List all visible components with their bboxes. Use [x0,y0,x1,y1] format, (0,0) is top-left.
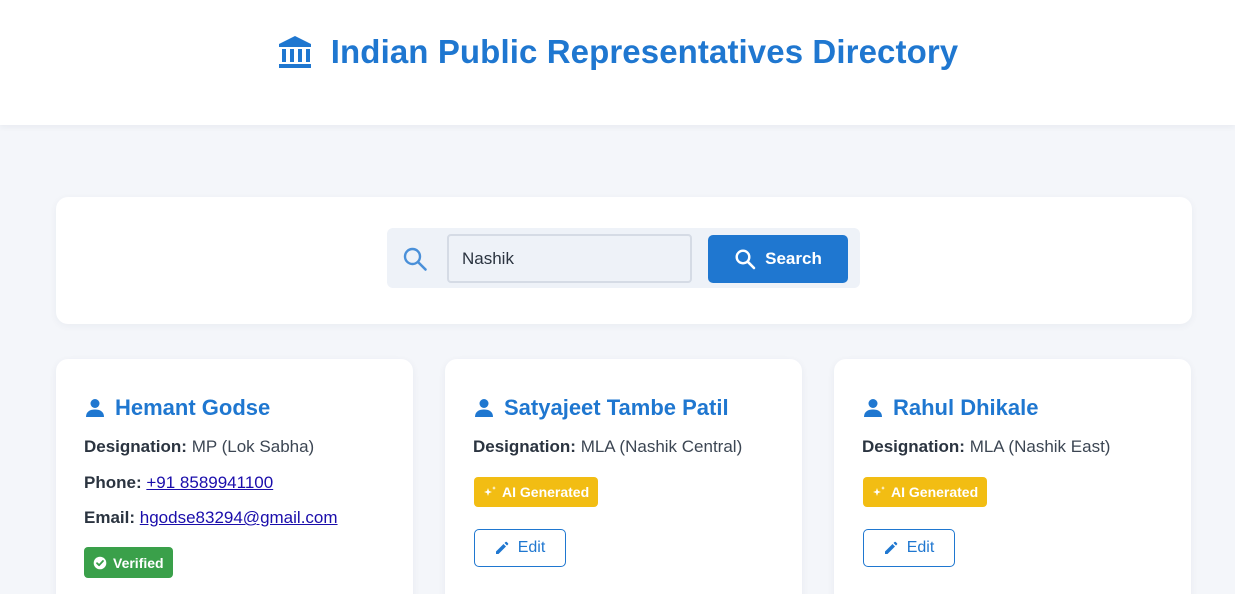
search-button-label: Search [765,249,822,268]
search-panel: Search [56,197,1192,324]
phone-label: Phone: [84,473,142,492]
page-title: Indian Public Representatives Directory [330,32,959,70]
designation-label: Designation: [84,437,187,456]
edit-button-label: Edit [517,539,546,556]
email-field: Email: hgodse83294@gmail.com [84,508,338,528]
phone-field: Phone: +91 8589941100 [84,473,273,493]
search-input[interactable] [447,234,692,283]
email-label: Email: [84,508,136,527]
card-name-row: Satyajeet Tambe Patil [473,395,729,421]
institution-building-icon [278,35,311,68]
representative-card: Rahul Dhikale Designation: MLA (Nashik E… [834,359,1191,594]
designation-value: MLA (Nashik Central) [580,437,743,456]
verified-badge-label: Verified [113,554,164,571]
designation-label: Designation: [862,437,965,456]
ai-generated-badge-label: AI Generated [502,484,590,500]
search-button[interactable]: Search [708,235,848,283]
designation-field: Designation: MLA (Nashik Central) [473,437,742,457]
verified-check-icon [93,556,107,569]
designation-label: Designation: [473,437,576,456]
edit-button[interactable]: Edit [474,529,566,567]
edit-button-label: Edit [906,539,935,556]
search-button-icon [735,249,756,270]
phone-link[interactable]: +91 8589941100 [146,473,273,492]
representative-name: Hemant Godse [115,395,271,420]
verified-badge: Verified [84,547,173,578]
person-icon [475,399,493,417]
pencil-icon [495,541,509,554]
ai-generated-badge-label: AI Generated [891,484,979,500]
sparkle-icon [873,486,885,496]
edit-button[interactable]: Edit [863,529,955,567]
header-title-wrap: Indian Public Representatives Directory [277,33,958,71]
card-name-row: Hemant Godse [84,395,270,421]
sparkle-icon [484,486,496,496]
representative-name: Satyajeet Tambe Patil [504,395,729,420]
email-link[interactable]: hgodse83294@gmail.com [140,508,338,527]
card-name-row: Rahul Dhikale [862,395,1038,421]
person-icon [864,399,882,417]
ai-generated-badge: AI Generated [863,477,988,507]
search-icon [403,247,427,271]
designation-field: Designation: MP (Lok Sabha) [84,437,314,457]
search-bar: Search [387,228,860,288]
designation-value: MLA (Nashik East) [969,437,1111,456]
representative-card: Satyajeet Tambe Patil Designation: MLA (… [445,359,802,594]
representative-card: Hemant Godse Designation: MP (Lok Sabha)… [56,359,413,594]
designation-field: Designation: MLA (Nashik East) [862,437,1110,457]
ai-generated-badge: AI Generated [474,477,599,507]
page-header: Indian Public Representatives Directory [0,0,1235,125]
representative-name: Rahul Dhikale [893,395,1039,420]
person-icon [86,399,104,417]
pencil-icon [884,541,898,554]
designation-value: MP (Lok Sabha) [191,437,315,456]
